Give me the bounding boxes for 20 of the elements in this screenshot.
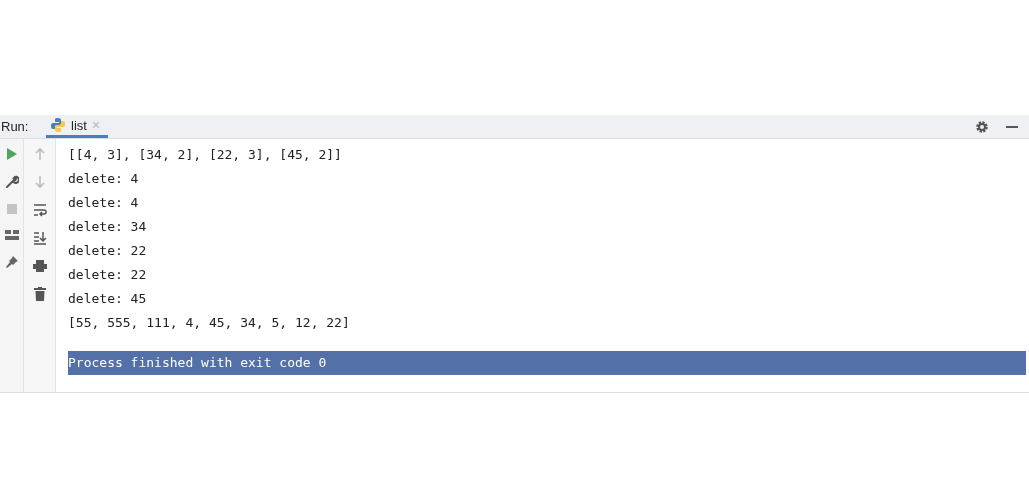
console-line: delete: 34 [68,218,148,236]
scroll-to-end-icon[interactable] [32,231,47,245]
settings-icon[interactable] [975,119,989,134]
console-line: delete: 4 [68,194,140,212]
run-tab[interactable]: list [46,115,108,138]
play-icon[interactable] [5,147,18,161]
trash-icon[interactable] [33,287,46,301]
console-line: [[4, 3], [34, 2], [22, 3], [45, 2]] [68,146,343,164]
console-line: [55, 555, 111, 4, 45, 34, 5, 12, 22] [68,314,351,332]
pin-icon[interactable] [4,255,19,269]
python-icon [50,117,66,133]
console-line: delete: 22 [68,266,148,284]
exit-message: Process finished with exit code 0 [68,351,1026,375]
console-line: delete: 45 [68,290,148,308]
wrench-icon[interactable] [4,175,19,189]
console-line: delete: 22 [68,242,148,260]
console-line: delete: 4 [68,170,140,188]
layout-icon[interactable] [4,229,19,241]
run-label: Run: [0,119,30,134]
soft-wrap-icon[interactable] [32,203,47,217]
